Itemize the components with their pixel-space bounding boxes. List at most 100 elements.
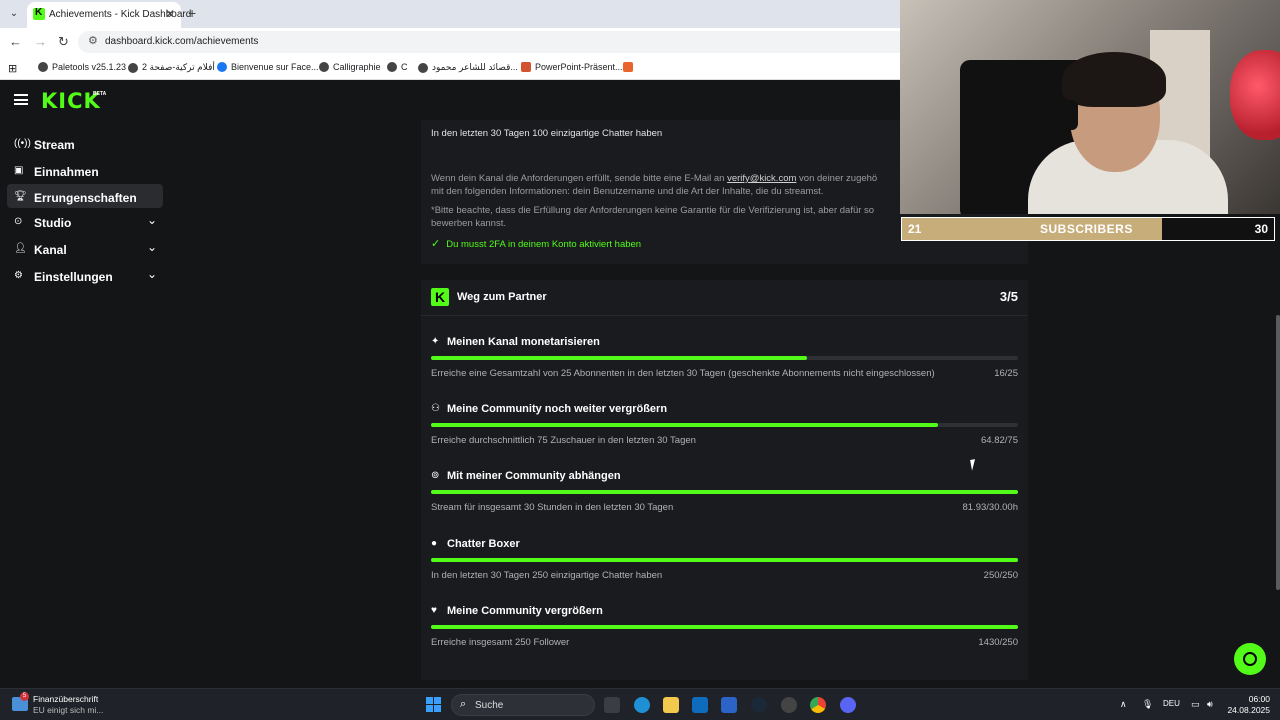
store-icon[interactable] [721, 697, 737, 713]
kick-favicon-icon [33, 7, 45, 20]
verification-note: *Bitte beachte, dass die Erfüllung der A… [431, 204, 874, 230]
bookmark-poems[interactable]: قصائد للشاعر محمود... [418, 62, 518, 73]
globe-icon [38, 62, 48, 72]
broadcast-icon: ⊚ [431, 470, 440, 481]
facebook-icon [217, 62, 227, 72]
progress-track [431, 558, 1018, 562]
outlook-icon[interactable] [692, 697, 708, 713]
bookmark-label: Calligraphie [333, 62, 381, 72]
system-clock[interactable]: 06:00 24.08.2025 [1222, 694, 1270, 716]
users-icon: ⚇ [431, 403, 440, 414]
kick-logo[interactable]: KICK [41, 89, 101, 113]
bookmark-powerpoint[interactable]: PowerPoint-Präsent... [521, 62, 623, 72]
obs-icon[interactable] [781, 697, 797, 713]
menu-icon[interactable] [14, 94, 28, 105]
bookmark-label: C [401, 62, 408, 72]
notification-badge: 5 [20, 692, 29, 701]
trophy-icon: 🏆︎ [14, 191, 27, 202]
note-text: bewerben kannst. [431, 218, 506, 229]
tab-search-dropdown-icon[interactable]: ⌄ [6, 6, 22, 22]
bookmark-paletools[interactable]: Paletools v25.1.23 [38, 62, 126, 72]
webcam-lamp [1230, 50, 1280, 140]
language-indicator[interactable]: DEU [1163, 699, 1180, 708]
description-text: von deiner zugehö [796, 173, 878, 184]
tab-close-icon[interactable]: ✕ [165, 7, 175, 21]
bookmark-label: PowerPoint-Präsent... [535, 62, 623, 72]
globe-icon [128, 62, 138, 73]
verify-email-link[interactable]: verify@kick.com [727, 173, 796, 184]
display-icon[interactable]: ▭ [1191, 699, 1200, 710]
bookmark-calligraphie[interactable]: Calligraphie [319, 62, 381, 72]
tray-chevron-icon[interactable]: ∧ [1120, 699, 1127, 710]
task-view-icon[interactable] [604, 697, 620, 713]
beta-badge: BETA [93, 91, 107, 97]
achievement-title: Mit meiner Community abhängen [447, 470, 621, 482]
bookmark-turkish-movies[interactable]: 2 أفلام تركية-صفحة [128, 62, 215, 73]
chevron-down-icon[interactable]: ⌄ [147, 240, 157, 254]
webcam-person-hair [1062, 52, 1166, 107]
browser-nav-bar: ← → ↻ ⚙ dashboard.kick.com/achievements [0, 28, 908, 56]
note-text: *Bitte beachte, dass die Erfüllung der A… [431, 205, 875, 216]
description-text: Wenn dein Kanal die Anforderungen erfüll… [431, 173, 728, 184]
achievement-title: Meine Community vergrößern [447, 605, 603, 617]
browser-tab-active[interactable]: Achievements - Kick Dashboard ✕ [27, 2, 191, 28]
heart-icon: ♥ [431, 605, 437, 616]
progress-fill [431, 356, 807, 360]
bookmarks-bar: ⊞ Paletools v25.1.23 2 أفلام تركية-صفحة … [0, 56, 900, 80]
volume-icon[interactable]: 🔊︎ [1207, 699, 1213, 710]
taskbar-search[interactable]: ⌕ Suche [451, 694, 595, 716]
mouse-cursor-icon [970, 458, 982, 471]
sidebar-item-kanal[interactable]: 👤︎ Kanal ⌄ [7, 237, 163, 261]
sidebar-item-einstellungen[interactable]: ⚙ Einstellungen ⌄ [7, 264, 163, 288]
sidebar-item-label: Einstellungen [34, 270, 113, 284]
achievement-value: 64.82/75 [981, 435, 1018, 446]
clock-date: 24.08.2025 [1227, 705, 1270, 715]
bookmark-label: Paletools v25.1.23 [52, 62, 127, 72]
achievement-description: Erreiche eine Gesamtzahl von 25 Abonnent… [431, 368, 935, 379]
bookmark-c[interactable]: C [387, 62, 408, 72]
address-bar[interactable]: ⚙ dashboard.kick.com/achievements [78, 31, 908, 53]
bookmark-icon [623, 62, 633, 72]
sparkle-icon: ✦ [431, 336, 440, 347]
bookmark-extra[interactable] [623, 62, 633, 72]
site-info-icon[interactable]: ⚙ [88, 34, 98, 47]
help-chat-button[interactable] [1234, 643, 1266, 675]
progress-track [431, 356, 1018, 360]
sidebar-item-label: Errungenschaften [34, 191, 137, 205]
page-scrollbar[interactable] [1276, 315, 1280, 590]
news-title: Finanzüberschrift [33, 694, 99, 704]
achievement-value: 16/25 [994, 368, 1018, 379]
reload-icon[interactable]: ↻ [58, 34, 69, 50]
progress-fill [431, 625, 1018, 629]
bookmark-facebook[interactable]: Bienvenue sur Face... [217, 62, 319, 72]
microphone-icon[interactable]: 🎙︎ [1142, 699, 1153, 710]
headphones-icon [1064, 100, 1078, 130]
progress-fill [431, 558, 1018, 562]
kick-k-icon [431, 288, 449, 306]
achievement-description: Erreiche durchschnittlich 75 Zuschauer i… [431, 435, 696, 446]
new-tab-icon[interactable]: + [188, 5, 196, 21]
windows-start-icon[interactable] [426, 697, 441, 712]
edge-icon[interactable] [634, 697, 650, 713]
back-icon[interactable]: ← [9, 34, 22, 49]
twofa-requirement: ✓ Du musst 2FA in deinem Konto aktiviert … [431, 237, 641, 250]
sidebar-item-einnahmen[interactable]: ▣ Einnahmen [7, 159, 163, 183]
sidebar-item-studio[interactable]: ⊙ Studio ⌄ [7, 210, 163, 234]
achievement-title: Chatter Boxer [447, 538, 520, 550]
discord-icon[interactable] [840, 697, 856, 713]
sidebar-item-errungenschaften[interactable]: 🏆︎ Errungenschaften [7, 184, 163, 208]
apps-grid-icon[interactable]: ⊞ [8, 62, 17, 75]
sidebar-item-label: Kanal [34, 243, 67, 257]
subscriber-current: 21 [908, 222, 922, 236]
partner-path-card: Weg zum Partner 3/5 ✦ Meinen Kanal monet… [421, 280, 1028, 680]
chrome-icon[interactable] [810, 697, 826, 713]
file-explorer-icon[interactable] [663, 697, 679, 713]
chevron-down-icon[interactable]: ⌄ [147, 213, 157, 227]
achievement-item: ✦ Meinen Kanal monetarisieren Erreiche e… [431, 336, 1018, 396]
verification-requirement: In den letzten 30 Tagen 100 einzigartige… [431, 128, 663, 139]
chevron-down-icon[interactable]: ⌄ [147, 267, 157, 281]
steam-icon[interactable] [751, 697, 767, 713]
subscriber-label: SUBSCRIBERS [1040, 222, 1133, 236]
sidebar-item-stream[interactable]: ((•)) Stream [7, 132, 163, 156]
forward-icon[interactable]: → [34, 34, 47, 49]
